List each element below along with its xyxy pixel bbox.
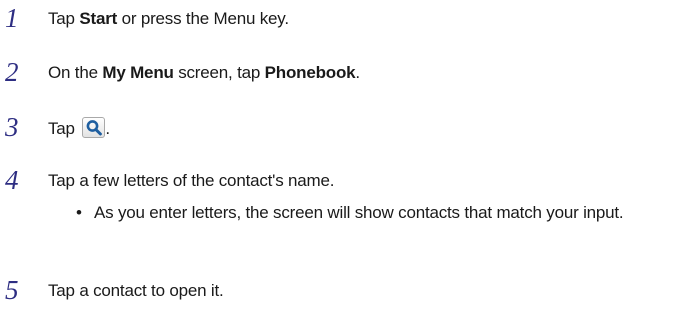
step-number: 1 bbox=[5, 3, 19, 33]
bullet-text: As you enter letters, the screen will sh… bbox=[94, 203, 624, 222]
step-number: 4 bbox=[5, 165, 19, 195]
text-run: Tap bbox=[48, 119, 80, 138]
step-number: 3 bbox=[5, 112, 19, 142]
text-run: . bbox=[355, 63, 360, 82]
bullet-marker: • bbox=[76, 203, 82, 222]
text-run: On the bbox=[48, 63, 103, 82]
step-text: Tap . bbox=[48, 117, 110, 140]
instruction-steps: 1 Tap Start or press the Menu key. 2 On … bbox=[0, 0, 690, 316]
step-number: 2 bbox=[5, 57, 19, 87]
step-text: Tap a few letters of the contact's name. bbox=[48, 171, 335, 190]
text-run: Tap bbox=[48, 9, 80, 28]
bold-term-phonebook: Phonebook bbox=[264, 63, 356, 82]
step-text: Tap a contact to open it. bbox=[48, 281, 224, 300]
text-run: screen, tap bbox=[173, 63, 265, 82]
step-number: 5 bbox=[5, 275, 19, 305]
bold-term-start: Start bbox=[79, 9, 118, 28]
step-text: Tap Start or press the Menu key. bbox=[48, 8, 289, 30]
step-text: On the My Menu screen, tap Phonebook. bbox=[48, 62, 360, 84]
search-magnifier-icon bbox=[82, 117, 106, 138]
text-run: . bbox=[105, 119, 110, 138]
search-magnifier-glyph bbox=[86, 120, 103, 136]
bold-term-my-menu: My Menu bbox=[102, 63, 174, 82]
text-run: or press the Menu key. bbox=[117, 9, 289, 28]
